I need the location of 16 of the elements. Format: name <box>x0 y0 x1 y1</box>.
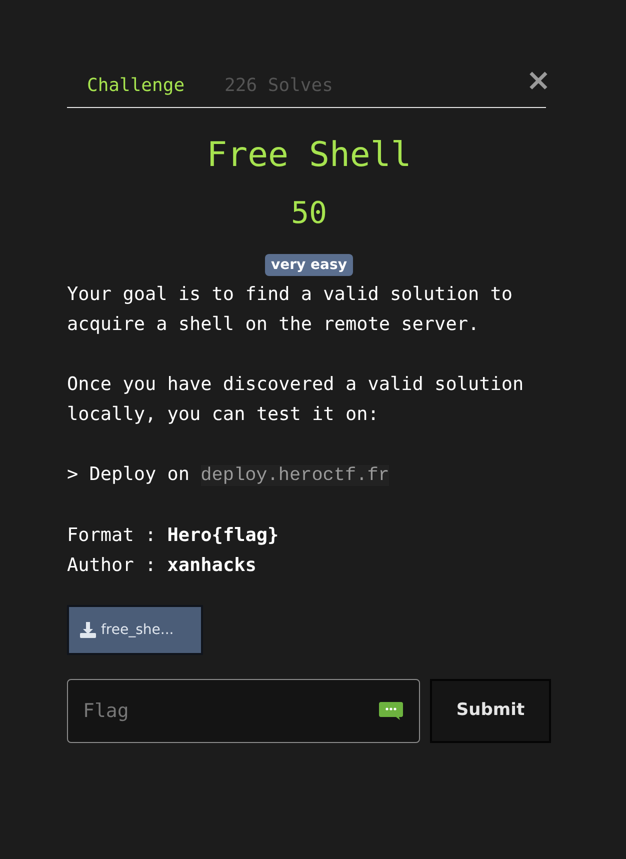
close-button[interactable]: × <box>526 66 551 96</box>
challenge-title: Free Shell <box>206 134 412 177</box>
deploy-text: > Deploy on <box>67 464 190 485</box>
file-download-button[interactable]: free_she... <box>67 605 203 655</box>
difficulty-tag: very easy <box>265 254 353 276</box>
meta-line: Author : xanhacks <box>67 554 258 578</box>
download-icon <box>79 621 97 639</box>
challenge-points: 50 <box>290 195 328 233</box>
chat-bubble-icon <box>378 701 404 721</box>
flag-input-field[interactable]: Flag <box>67 679 420 743</box>
tab[interactable]: Challenge <box>87 72 185 99</box>
description-paragraph: Once you have discovered a valid solution locally, you can test it on: <box>67 373 525 427</box>
submit-button[interactable]: Submit <box>430 679 551 743</box>
meta-line: Format : Hero{flag} <box>67 524 280 548</box>
description-paragraph: Your goal is to find a valid solution to acquire a shell on the remote server. <box>67 283 514 337</box>
deploy-host: deploy.heroctf.fr <box>200 465 390 486</box>
